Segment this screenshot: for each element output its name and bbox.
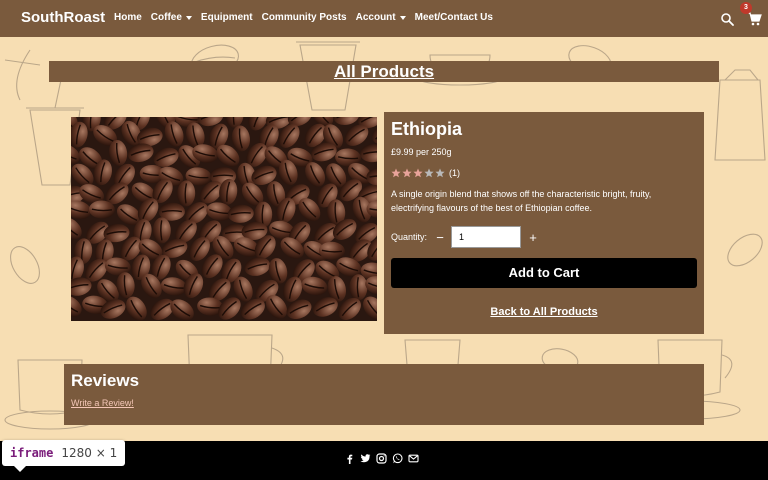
star-empty-icon	[424, 168, 434, 178]
nav-label: Coffee	[150, 12, 182, 23]
nav-item-community-posts[interactable]: Community Posts	[262, 12, 347, 23]
minus-icon[interactable]: −	[435, 230, 445, 245]
page-title[interactable]: All Products	[334, 62, 434, 81]
reviews-title: Reviews	[71, 371, 140, 390]
back-to-all-products-link[interactable]: Back to All Products	[384, 306, 704, 318]
plus-icon[interactable]: +	[528, 230, 538, 245]
add-to-cart-button[interactable]: Add to Cart	[391, 258, 697, 288]
nav-label: Meet/Contact Us	[414, 12, 493, 23]
social-links	[344, 453, 419, 464]
star-filled-icon	[391, 168, 401, 178]
whatsapp-icon[interactable]	[392, 453, 403, 464]
cart-icon[interactable]	[747, 11, 762, 26]
nav-label: Home	[114, 12, 142, 23]
quantity-label: Quantity:	[391, 232, 428, 242]
title-band: All Products	[49, 61, 719, 82]
product-description: A single origin blend that shows off the…	[391, 189, 652, 213]
product-panel: Ethiopia £9.99 per 250g (1) A single ori…	[384, 112, 704, 334]
nav-item-account[interactable]: Account	[356, 12, 406, 23]
stars	[391, 168, 446, 178]
facebook-icon[interactable]	[344, 453, 355, 464]
star-filled-icon	[402, 168, 412, 178]
nav-item-contact[interactable]: Meet/Contact Us	[415, 12, 493, 23]
quantity-input[interactable]	[451, 226, 522, 248]
devtools-iframe-tooltip: iframe 1280 × 1	[2, 440, 126, 466]
email-icon[interactable]	[408, 453, 419, 464]
nav-item-coffee[interactable]: Coffee	[151, 12, 192, 23]
star-filled-icon	[413, 168, 423, 178]
nav-label: Equipment	[200, 12, 253, 23]
twitter-icon[interactable]	[360, 453, 371, 464]
nav-label: Community Posts	[261, 12, 347, 23]
caret-down-icon	[399, 15, 406, 20]
star-rating: (1)	[391, 168, 460, 178]
nav-label: Account	[355, 12, 396, 23]
cart-count-badge: 3	[740, 2, 752, 14]
reviews-panel: Reviews Write a Review!	[64, 364, 704, 425]
product-name: Ethiopia	[391, 119, 462, 139]
coffee-beans-photo	[71, 117, 377, 321]
write-review-link[interactable]: Write a Review!	[71, 398, 134, 408]
nav-links: Home Coffee Equipment Community Posts Ac…	[114, 12, 502, 23]
nav-item-equipment[interactable]: Equipment	[201, 12, 253, 23]
iframe-tag: iframe	[10, 446, 54, 460]
nav-item-home[interactable]: Home	[114, 12, 142, 23]
star-empty-icon	[435, 168, 445, 178]
navbar: SouthRoast Home Coffee Equipment Communi…	[0, 0, 768, 37]
rating-count: (1)	[449, 168, 460, 178]
quantity-row: Quantity: − +	[391, 226, 538, 248]
product-price: £9.99 per 250g	[391, 147, 452, 157]
brand-logo[interactable]: SouthRoast	[21, 9, 105, 26]
iframe-size: 1280 × 1	[61, 446, 118, 460]
caret-down-icon	[185, 15, 192, 20]
search-icon[interactable]	[720, 12, 734, 26]
instagram-icon[interactable]	[376, 453, 387, 464]
tooltip-arrow	[14, 466, 26, 472]
